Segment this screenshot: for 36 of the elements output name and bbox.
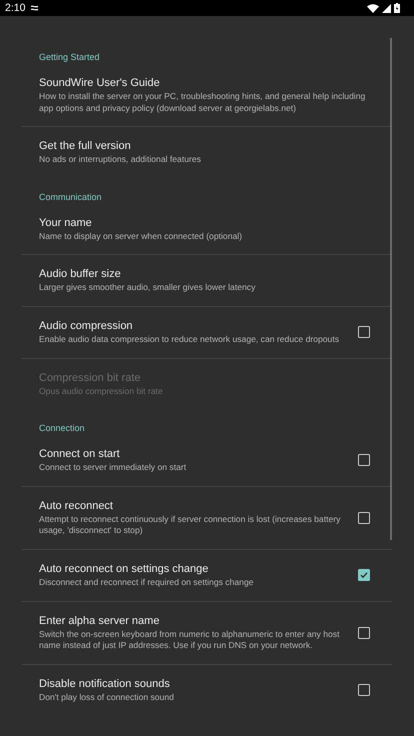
status-time: 2:10 [5, 2, 26, 14]
setting-summary: No ads or interruptions, additional features [39, 154, 202, 166]
signal-icon [382, 4, 391, 12]
setting-summary: Name to display on server when connected (optional) [39, 230, 244, 242]
setting-title[interactable]: Auto reconnect on settings change [39, 562, 358, 577]
setting-summary: Opus audio compression bit rate [39, 386, 164, 398]
setting-summary: Don't play loss of connection sound [39, 692, 175, 704]
checkbox[interactable] [358, 454, 370, 466]
setting-summary: Attempt to reconnect continuously if server connection is lost (increases battery usage, 'disconnect' to stop) [39, 514, 342, 537]
setting-title[interactable]: Disable notification sounds [39, 676, 358, 692]
setting-title[interactable]: SoundWire User's Guide [39, 76, 384, 91]
checkbox[interactable] [358, 326, 370, 338]
scrollbar[interactable] [390, 38, 392, 540]
section-header: Getting Started [38, 51, 101, 64]
checkbox[interactable] [358, 626, 370, 639]
setting-title[interactable]: Audio compression [39, 318, 358, 334]
setting-title[interactable]: Auto reconnect [39, 498, 358, 514]
battery-icon [394, 3, 400, 13]
section-header: Connection [38, 422, 86, 436]
setting-title[interactable]: Enter alpha server name [39, 614, 358, 629]
checkbox[interactable] [358, 684, 370, 696]
checkbox[interactable] [358, 569, 370, 582]
wave-icon [30, 5, 40, 11]
setting-summary: How to install the server on your PC, troubleshooting hints, and general help including app options and privacy policy (download server at georgielabs.net) [39, 91, 366, 114]
setting-summary: Larger gives smoother audio, smaller gives lower latency [39, 282, 256, 294]
setting-summary: Disconnect and reconnect if required on settings change [39, 576, 254, 589]
setting-summary: Connect to server immediately on start [39, 462, 188, 474]
checkbox[interactable] [358, 512, 370, 524]
wifi-icon [367, 4, 379, 12]
section-header: Communication [38, 190, 103, 204]
setting-summary: Enable audio data compression to reduce network usage, can reduce dropouts [39, 334, 340, 346]
setting-title[interactable]: Your name [39, 216, 384, 231]
setting-summary: Switch the on-screen keyboard from numeric to alphanumeric to enter any host name instead of just IP addresses. Use if you run DNS on your network. [39, 628, 340, 652]
setting-title[interactable]: Audio buffer size [39, 267, 384, 282]
setting-title[interactable]: Get the full version [39, 139, 384, 154]
setting-title[interactable]: Connect on start [39, 447, 358, 462]
